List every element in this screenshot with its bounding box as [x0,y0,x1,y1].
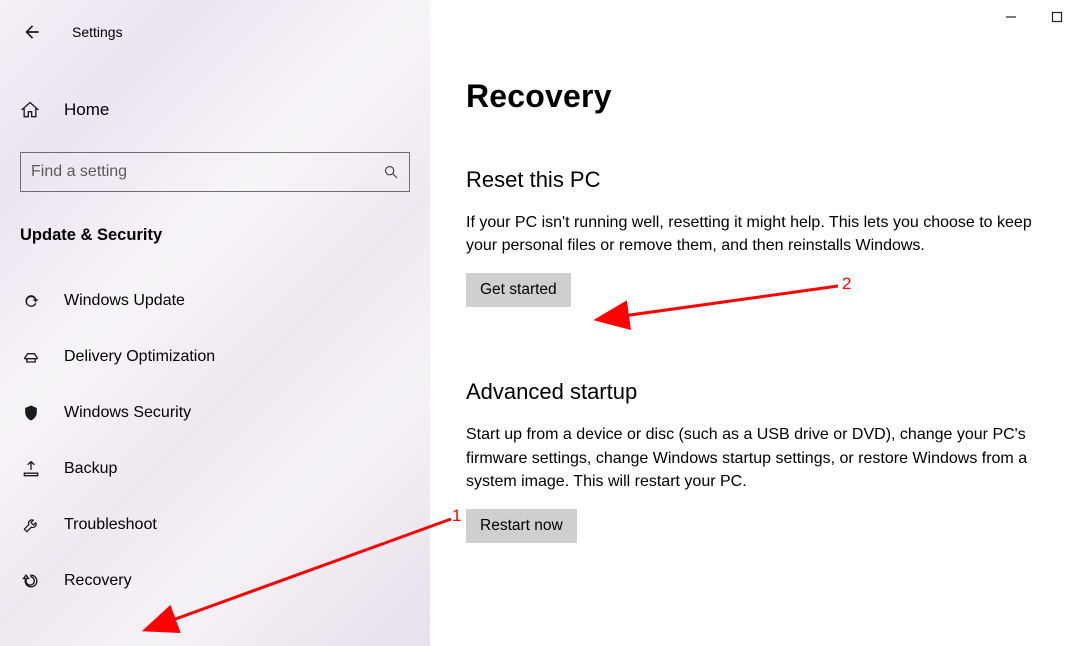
maximize-icon [1051,11,1063,23]
arrow-left-icon [22,22,42,42]
nav-list: Windows Update Delivery Optimization Win… [20,273,410,609]
nav-label: Recovery [64,572,132,590]
minimize-icon [1005,11,1017,23]
sync-icon [20,291,42,311]
advanced-description: Start up from a device or disc (such as … [466,423,1046,493]
nav-item-troubleshoot[interactable]: Troubleshoot [14,497,410,553]
home-label: Home [64,100,109,120]
restart-now-button[interactable]: Restart now [466,509,577,543]
home-link[interactable]: Home [20,90,410,130]
page-title: Recovery [466,78,1046,115]
get-started-button[interactable]: Get started [466,273,571,307]
wrench-icon [20,515,42,535]
minimize-button[interactable] [1002,8,1020,26]
nav-label: Windows Update [64,292,185,310]
nav-label: Troubleshoot [64,516,157,534]
nav-label: Windows Security [64,404,191,422]
content-pane: Recovery Reset this PC If your PC isn't … [430,0,1080,646]
nav-item-windows-security[interactable]: Windows Security [14,385,410,441]
section-heading: Update & Security [20,226,410,245]
shield-icon [20,403,42,423]
back-button[interactable] [20,20,44,44]
app-title: Settings [72,24,123,40]
maximize-button[interactable] [1048,8,1066,26]
recovery-icon [20,571,42,591]
delivery-icon [20,347,42,367]
backup-icon [20,459,42,479]
search-icon [383,164,399,180]
nav-item-windows-update[interactable]: Windows Update [14,273,410,329]
search-input[interactable] [31,163,361,181]
sidebar: Settings Home Update & Security Windo [0,0,430,646]
advanced-heading: Advanced startup [466,379,1046,405]
nav-item-recovery[interactable]: Recovery [14,553,410,609]
home-icon [20,100,42,120]
reset-heading: Reset this PC [466,167,1046,193]
nav-item-backup[interactable]: Backup [14,441,410,497]
nav-label: Backup [64,460,117,478]
reset-description: If your PC isn't running well, resetting… [466,211,1046,257]
nav-label: Delivery Optimization [64,348,215,366]
search-box[interactable] [20,152,410,192]
nav-item-delivery-optimization[interactable]: Delivery Optimization [14,329,410,385]
